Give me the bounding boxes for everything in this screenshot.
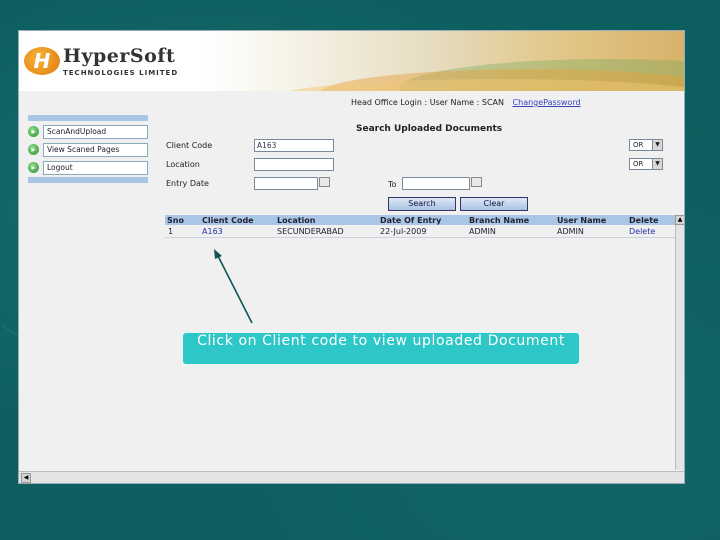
- browser-window: H HyperSoft TECHNOLOGIES LIMITED Head Of…: [18, 30, 685, 484]
- hypersoft-logo-icon: H: [24, 47, 60, 75]
- select-value: OR: [633, 141, 644, 149]
- column-header-client-code: Client Code: [202, 216, 254, 225]
- client-code-input[interactable]: A163: [254, 139, 334, 152]
- login-info-text: Head Office Login : User Name : SCAN: [351, 98, 504, 107]
- to-date-input[interactable]: [402, 177, 470, 190]
- arrow-right-icon: ▸: [28, 126, 39, 137]
- scroll-left-icon[interactable]: ◀: [21, 473, 31, 483]
- cell-date-of-entry: 22-Jul-2009: [380, 227, 427, 236]
- arrow-right-icon: ▸: [28, 144, 39, 155]
- scroll-up-icon[interactable]: ▲: [675, 215, 684, 225]
- location-input[interactable]: [254, 158, 334, 171]
- brand-tagline: TECHNOLOGIES LIMITED: [63, 69, 179, 77]
- form-title: Search Uploaded Documents: [356, 124, 503, 134]
- login-info: Head Office Login : User Name : SCAN Cha…: [351, 98, 581, 107]
- location-label: Location: [166, 160, 200, 169]
- header-banner: H HyperSoft TECHNOLOGIES LIMITED: [19, 31, 684, 91]
- clear-button[interactable]: Clear: [460, 197, 528, 211]
- cell-user-name: ADMIN: [557, 227, 584, 236]
- entry-date-label: Entry Date: [166, 179, 209, 188]
- sidebar-top-bar: [28, 115, 148, 121]
- column-header-branch-name: Branch Name: [469, 216, 530, 225]
- chevron-down-icon: ▼: [652, 140, 662, 150]
- cell-location: SECUNDERABAD: [277, 227, 344, 236]
- cell-branch-name: ADMIN: [469, 227, 496, 236]
- sidebar-bottom-bar: [28, 177, 148, 183]
- delete-link[interactable]: Delete: [629, 227, 655, 236]
- sidebar-item-label: ScanAndUpload: [43, 125, 148, 139]
- to-label: To: [388, 180, 397, 189]
- client-code-operator-select[interactable]: OR ▼: [629, 139, 663, 151]
- sidebar-item-label: Logout: [43, 161, 148, 175]
- table-row-divider: [165, 237, 675, 238]
- column-header-date-of-entry: Date Of Entry: [380, 216, 442, 225]
- search-button[interactable]: Search: [388, 197, 456, 211]
- location-operator-select[interactable]: OR ▼: [629, 158, 663, 170]
- calendar-icon[interactable]: [319, 177, 330, 187]
- calendar-icon[interactable]: [471, 177, 482, 187]
- background-decoration: [1, 324, 19, 337]
- sidebar-item-logout[interactable]: ▸ Logout: [28, 161, 148, 175]
- sidebar-item-label: View Scaned Pages: [43, 143, 148, 157]
- vertical-scrollbar[interactable]: [675, 215, 684, 470]
- column-header-user-name: User Name: [557, 216, 607, 225]
- sidebar-item-scan-and-upload[interactable]: ▸ ScanAndUpload: [28, 125, 148, 139]
- cell-client-code-link[interactable]: A163: [202, 227, 223, 236]
- sidebar-item-view-scaned-pages[interactable]: ▸ View Scaned Pages: [28, 143, 148, 157]
- chevron-down-icon: ▼: [652, 159, 662, 169]
- select-value: OR: [633, 160, 644, 168]
- column-header-sno: Sno: [167, 216, 184, 225]
- horizontal-scrollbar[interactable]: [19, 471, 684, 483]
- instruction-callout: Click on Client code to view uploaded Do…: [181, 331, 581, 366]
- column-header-location: Location: [277, 216, 316, 225]
- change-password-link[interactable]: ChangePassword: [513, 98, 581, 107]
- client-code-label: Client Code: [166, 141, 213, 150]
- cell-sno: 1: [168, 227, 174, 236]
- arrow-right-icon: ▸: [28, 162, 39, 173]
- entry-date-input[interactable]: [254, 177, 318, 190]
- column-header-delete: Delete: [629, 216, 659, 225]
- brand-name: HyperSoft: [63, 45, 176, 67]
